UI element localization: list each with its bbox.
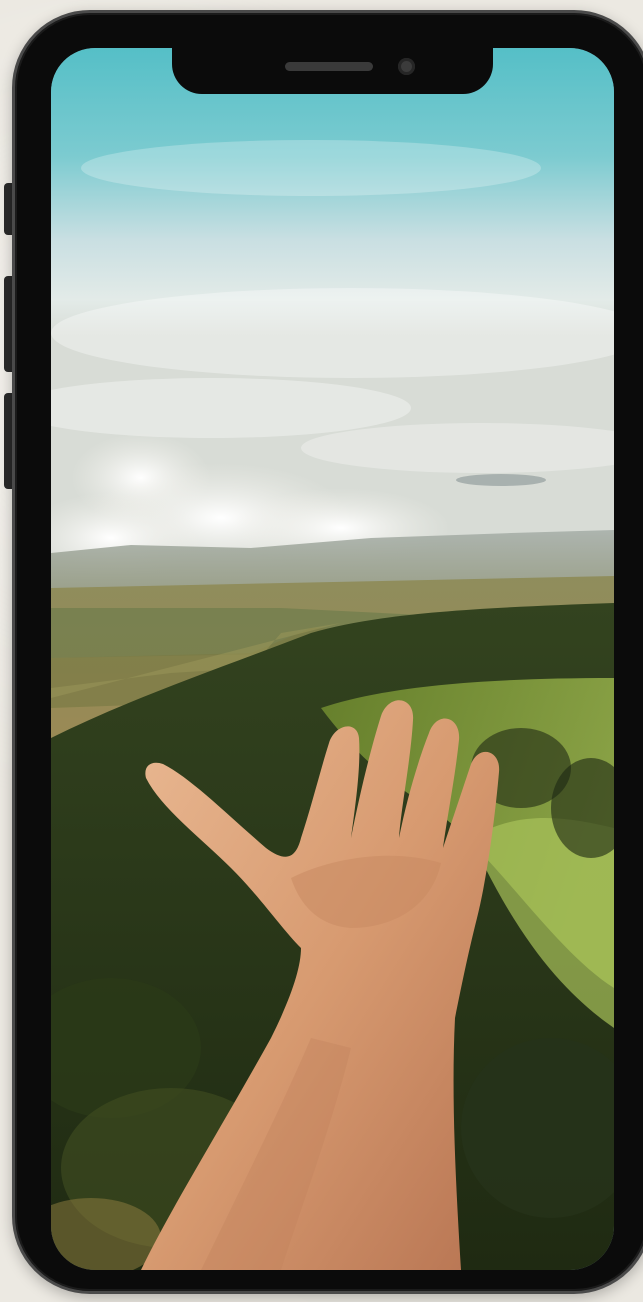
phone-screen <box>51 48 614 1270</box>
wallpaper-photo <box>51 48 614 1270</box>
front-camera-icon <box>398 58 415 75</box>
notch <box>172 48 493 94</box>
speaker-grille-icon <box>285 62 373 71</box>
